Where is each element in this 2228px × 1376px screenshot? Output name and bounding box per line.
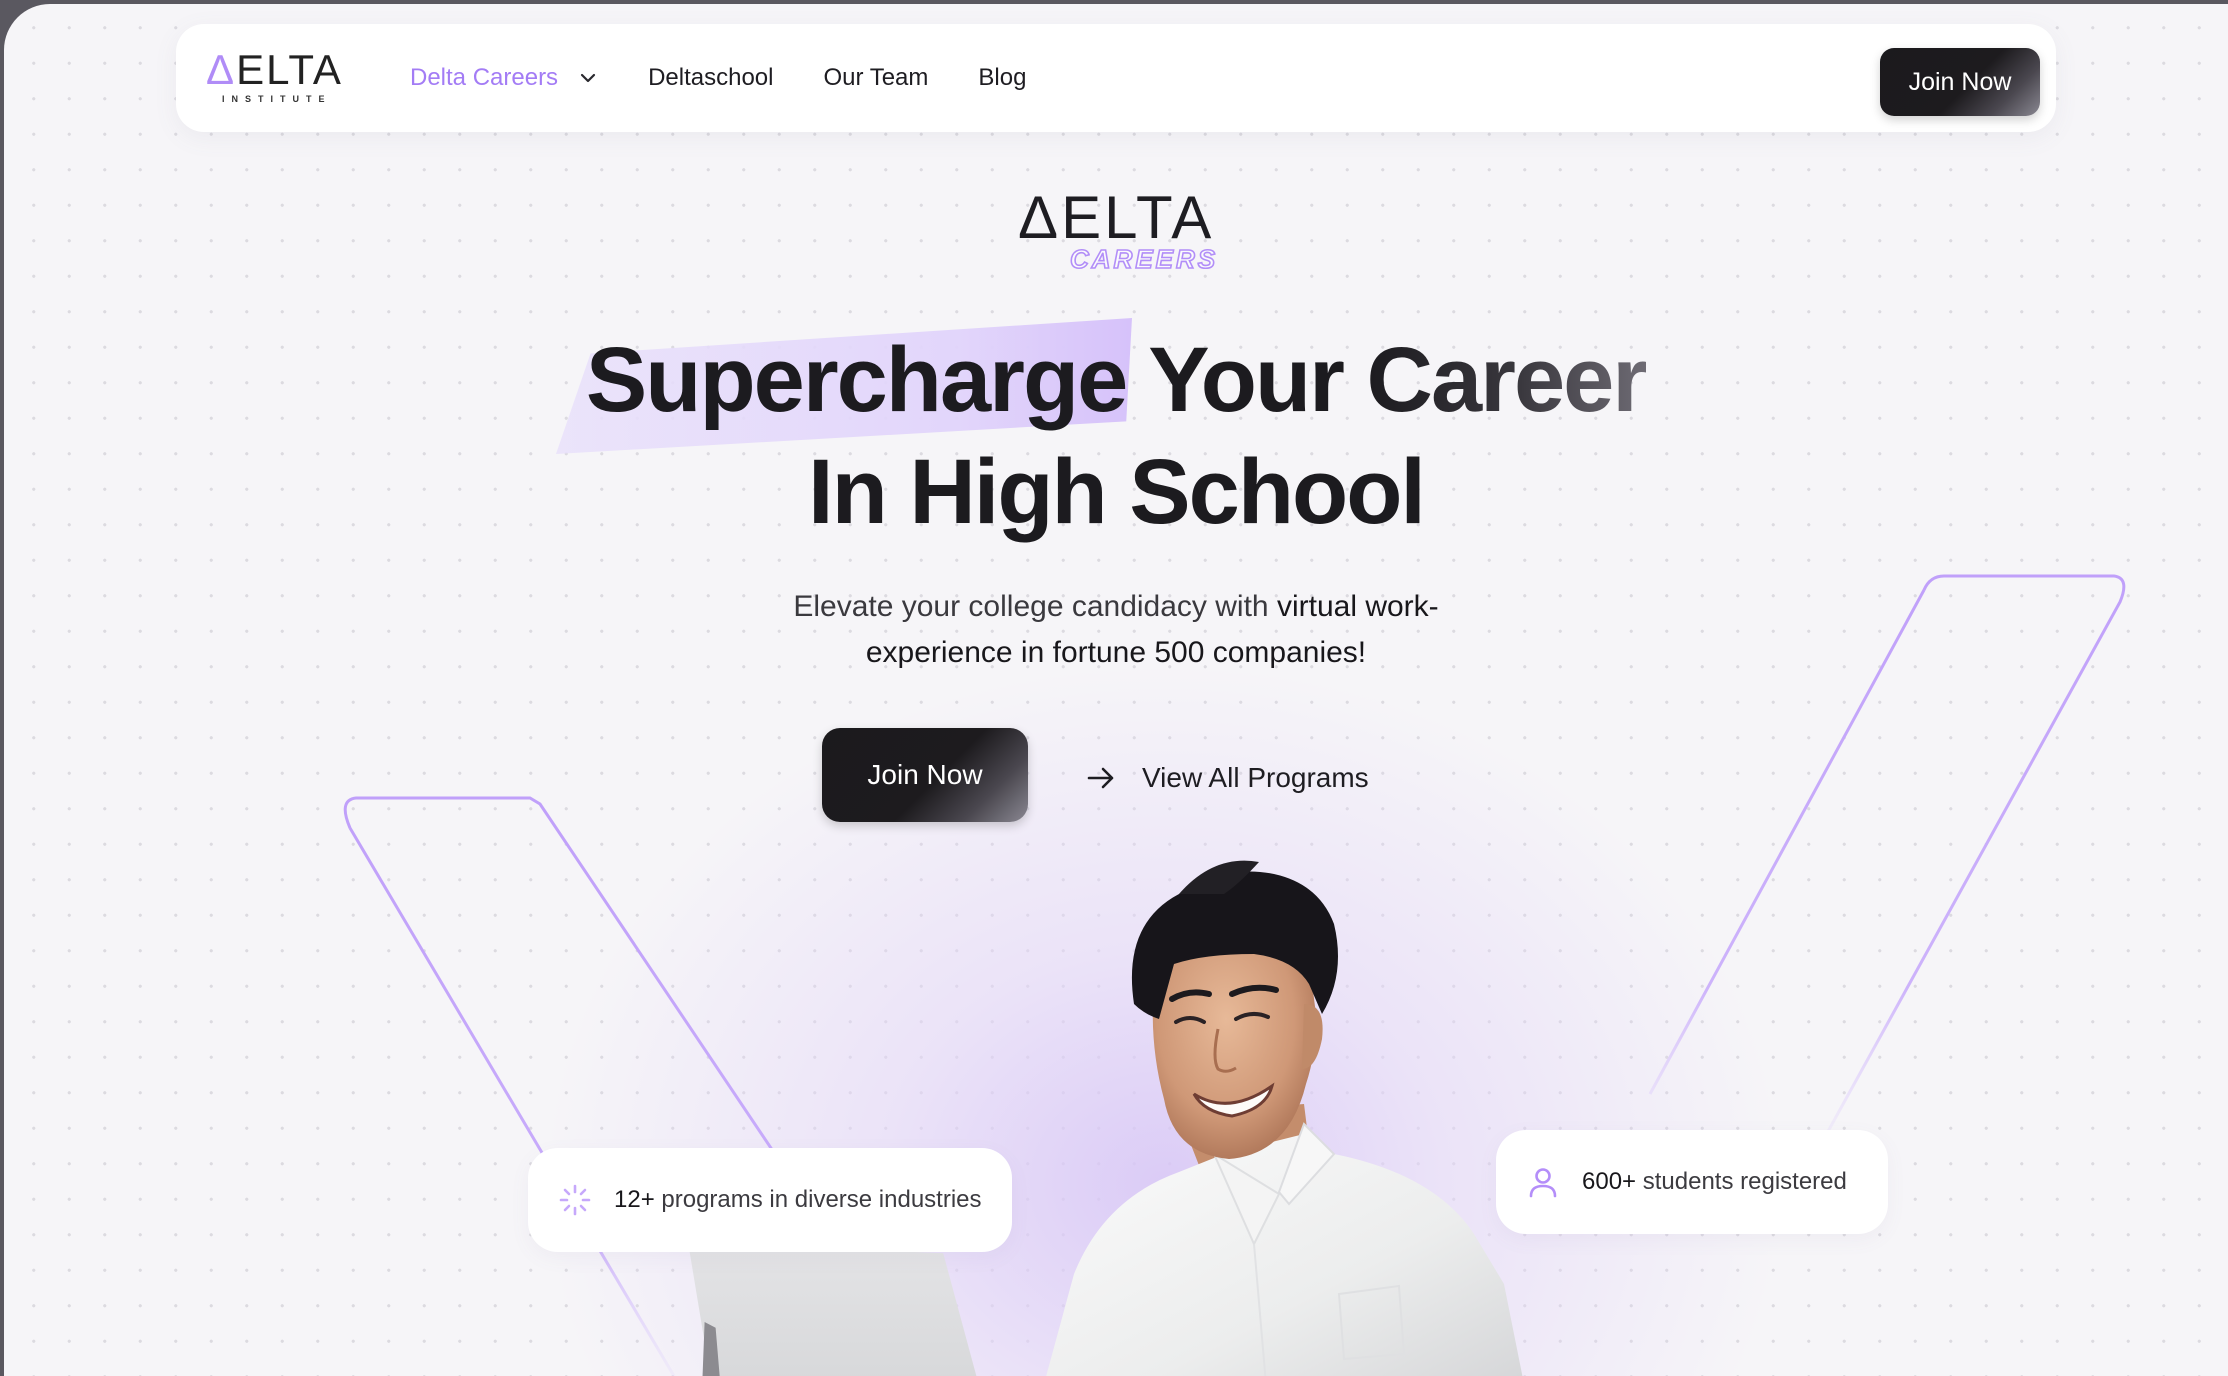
hero-logo-careers: CAREERS bbox=[1069, 243, 1219, 275]
nav-item-blog[interactable]: Blog bbox=[978, 64, 1026, 92]
nav-item-label: Delta Careers bbox=[410, 64, 559, 91]
delta-institute-logo[interactable]: ΔELTA INSTITUTE bbox=[206, 48, 351, 108]
nav-links: Delta Careers Deltaschool Our Team Blog bbox=[410, 24, 1076, 132]
student-photo bbox=[1046, 860, 1523, 1376]
landing-page: ΔELTA INSTITUTE Delta Careers Deltaschoo… bbox=[4, 4, 2228, 1376]
nav-item-our-team[interactable]: Our Team bbox=[823, 64, 928, 92]
delta-careers-logo: ΔELTA CAREERS bbox=[1018, 186, 1218, 276]
nav-item-label: Deltaschool bbox=[648, 64, 774, 91]
logo-wordmark: ΔELTA bbox=[206, 46, 343, 93]
window-frame: ΔELTA INSTITUTE Delta Careers Deltaschoo… bbox=[0, 0, 2228, 1376]
top-navbar: ΔELTA INSTITUTE Delta Careers Deltaschoo… bbox=[176, 24, 2056, 132]
user-icon bbox=[1529, 1168, 1557, 1198]
hero-join-now-button[interactable]: Join Now bbox=[822, 728, 1028, 822]
view-all-programs-link[interactable]: View All Programs bbox=[1086, 756, 1369, 800]
delta-triangle-icon: Δ bbox=[1018, 184, 1062, 251]
programs-count-badge: 12+ programs in diverse industries bbox=[528, 1148, 1012, 1252]
students-count-badge: 600+ students registered bbox=[1496, 1130, 1888, 1234]
delta-triangle-icon: Δ bbox=[206, 46, 237, 93]
chevron-down-icon bbox=[580, 73, 596, 83]
laptop-image bbox=[688, 1242, 978, 1376]
logo-subtitle: INSTITUTE bbox=[222, 94, 332, 104]
hero-headline-line2: In High School bbox=[808, 441, 1426, 543]
programs-badge-text: 12+ programs in diverse industries bbox=[614, 1186, 982, 1213]
nav-item-label: Blog bbox=[978, 64, 1027, 91]
nav-join-now-button[interactable]: Join Now bbox=[1880, 48, 2040, 116]
hero-headline-line1: Supercharge Your Career bbox=[585, 329, 1648, 431]
students-badge-text: 600+ students registered bbox=[1582, 1168, 1847, 1195]
hero-logo-wordmark: ΔELTA bbox=[1018, 184, 1215, 251]
loader-sparkle-icon bbox=[559, 1184, 591, 1216]
headline-highlight-word: Supercharge bbox=[585, 329, 1128, 431]
nav-item-label: Our Team bbox=[823, 64, 929, 91]
view-all-programs-label: View All Programs bbox=[1142, 762, 1369, 793]
arrow-right-icon bbox=[1087, 767, 1114, 789]
nav-item-delta-careers[interactable]: Delta Careers bbox=[410, 64, 598, 92]
hero-subtitle-line1: Elevate your college candidacy with virt… bbox=[793, 590, 1439, 623]
nav-item-deltaschool[interactable]: Deltaschool bbox=[648, 64, 773, 92]
hero-subtitle-line2: experience in fortune 500 companies! bbox=[865, 636, 1367, 669]
